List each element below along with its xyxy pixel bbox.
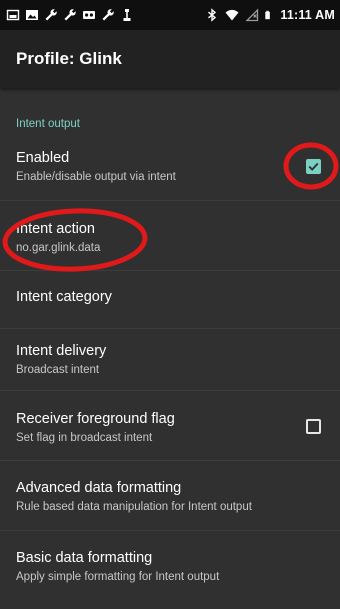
- pref-enabled[interactable]: Enabled Enable/disable output via intent: [0, 138, 340, 201]
- page-title: Profile: Glink: [16, 49, 122, 68]
- pref-title: Receiver foreground flag: [16, 411, 175, 427]
- pref-receiver-foreground-flag[interactable]: Receiver foreground flag Set flag in bro…: [0, 390, 340, 461]
- app-toolbar: Profile: Glink: [0, 30, 340, 88]
- wrench-icon: [45, 9, 57, 21]
- status-bar: 11:11 AM: [0, 0, 340, 30]
- pref-title: Intent delivery: [16, 343, 107, 359]
- pref-intent-category[interactable]: Intent category: [0, 270, 340, 329]
- gallery-icon: [26, 10, 38, 20]
- checkmark-icon: [308, 162, 319, 171]
- pref-title: Intent action: [16, 221, 95, 237]
- pref-basic-data-formatting[interactable]: Basic data formatting Apply simple forma…: [0, 530, 340, 600]
- preference-list: Intent output Enabled Enable/disable out…: [0, 88, 340, 609]
- pref-title: Basic data formatting: [16, 550, 153, 566]
- bluetooth-icon: [208, 8, 217, 22]
- pref-intent-delivery[interactable]: Intent delivery Broadcast intent: [0, 328, 340, 391]
- pref-summary: Broadcast intent: [16, 364, 100, 376]
- pref-title: Advanced data formatting: [16, 480, 182, 496]
- pref-summary: Enable/disable output via intent: [16, 171, 176, 183]
- voicemail-icon: [83, 11, 95, 19]
- image-icon: [6, 9, 20, 21]
- wrench-icon: [102, 9, 114, 21]
- receiver-foreground-flag-checkbox[interactable]: [306, 419, 321, 434]
- pref-title: Intent category: [16, 289, 112, 305]
- pref-summary: Set flag in broadcast intent: [16, 432, 153, 444]
- wrench-icon: [64, 9, 76, 21]
- usb-icon: [123, 9, 131, 21]
- pref-intent-action[interactable]: Intent action no.gar.glink.data: [0, 200, 340, 271]
- pref-summary: Rule based data manipulation for Intent …: [16, 501, 252, 513]
- wifi-icon: [225, 9, 239, 21]
- pref-advanced-data-formatting[interactable]: Advanced data formatting Rule based data…: [0, 460, 340, 531]
- pref-summary: no.gar.glink.data: [16, 242, 101, 254]
- pref-summary: Apply simple formatting for Intent outpu…: [16, 571, 220, 583]
- clock: 11:11 AM: [280, 8, 335, 22]
- status-bar-notification-icons: [0, 8, 134, 22]
- battery-icon: [265, 10, 271, 20]
- no-sim-icon: [245, 8, 259, 22]
- section-header-intent-output: Intent output: [16, 118, 80, 130]
- enabled-checkbox[interactable]: [306, 159, 321, 174]
- status-bar-system-icons: 11:11 AM: [205, 8, 340, 22]
- pref-title: Enabled: [16, 150, 70, 166]
